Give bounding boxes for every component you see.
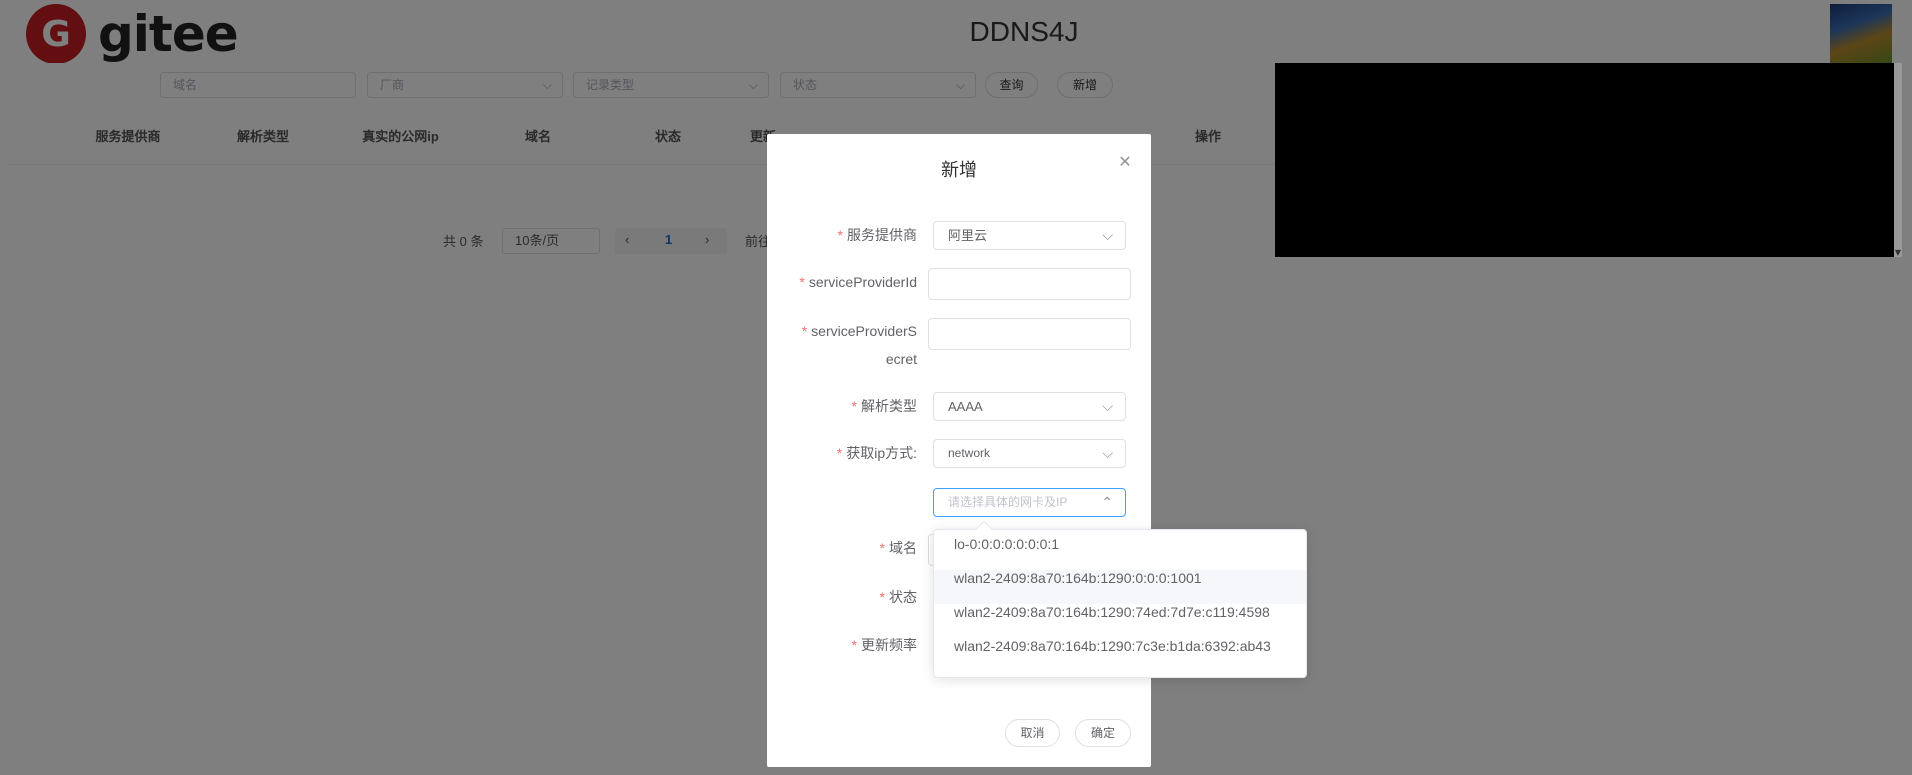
provider-secret-input[interactable]: [928, 318, 1131, 350]
provider-id-input[interactable]: [928, 268, 1131, 300]
provider-label: * 服务提供商: [837, 227, 917, 243]
chevron-down-icon: ⌵: [1102, 227, 1113, 243]
dropdown-option[interactable]: lo-0:0:0:0:0:0:0:1: [934, 536, 1306, 570]
confirm-button[interactable]: 确定: [1075, 719, 1131, 747]
dropdown-option[interactable]: wlan2-2409:8a70:164b:1290:74ed:7d7e:c119…: [934, 604, 1306, 638]
record-type-label: * 解析类型: [851, 398, 917, 414]
dialog-title: 新增: [941, 160, 977, 180]
frequency-label: * 更新频率: [851, 637, 917, 653]
nic-ip-dropdown: lo-0:0:0:0:0:0:0:1 wlan2-2409:8a70:164b:…: [933, 520, 1307, 678]
record-type-select[interactable]: AAAA ⌵: [933, 392, 1126, 421]
domain-label: * 域名: [879, 540, 917, 556]
nic-ip-select[interactable]: 请选择具体的网卡及IP ⌃: [933, 488, 1126, 517]
cancel-button[interactable]: 取消: [1005, 719, 1060, 747]
chevron-down-icon: ⌵: [1102, 445, 1113, 461]
provider-select[interactable]: 阿里云 ⌵: [933, 221, 1126, 250]
dropdown-option[interactable]: wlan2-2409:8a70:164b:1290:7c3e:b1da:6392…: [934, 638, 1306, 672]
black-panel: [1275, 63, 1894, 257]
ip-method-label: * 获取ip方式:: [836, 445, 917, 461]
scrollbar[interactable]: ▼: [1894, 63, 1902, 257]
status-label: * 状态: [879, 589, 917, 605]
scroll-down-icon[interactable]: ▼: [1894, 249, 1902, 257]
close-icon[interactable]: ✕: [1115, 152, 1135, 172]
chevron-down-icon: ⌵: [1102, 398, 1113, 414]
provider-secret-label: * serviceProviderS ecret: [801, 323, 917, 367]
app-page: G gitee DDNS4J 域名 厂商⌵ 记录类型⌵ 状态⌵ 查询 新增 服务…: [0, 0, 1912, 775]
chevron-up-icon: ⌃: [1101, 494, 1113, 510]
ip-method-select[interactable]: network ⌵: [933, 439, 1126, 468]
dropdown-option[interactable]: wlan2-2409:8a70:164b:1290:0:0:0:1001: [934, 570, 1306, 604]
provider-id-label: * serviceProviderId: [799, 274, 917, 290]
